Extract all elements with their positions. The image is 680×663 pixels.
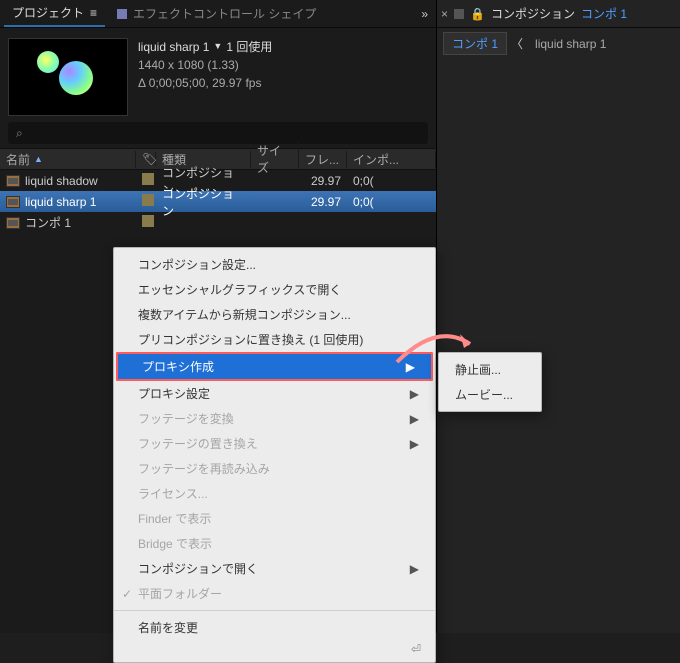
item-info-text: liquid sharp 1 ▼ 1 回使用 1440 x 1080 (1.33… [138,38,272,116]
row-name-label: liquid shadow [25,174,98,188]
column-import[interactable]: インポ... [347,151,436,168]
sort-asc-icon: ▲ [34,154,43,164]
search-icon: ⌕ [16,126,23,141]
dropdown-icon[interactable]: ▼ [213,40,222,54]
menu-convert-footage: フッテージを変換▶ [114,406,435,431]
row-fps-label: 29.97 [299,195,347,209]
menu-return-icon: ⏎ [114,640,435,658]
tag-swatch-icon[interactable] [142,194,154,206]
lock-icon[interactable]: 🔒 [470,7,485,21]
menu-open-eg[interactable]: エッセンシャルグラフィックスで開く [114,277,435,302]
tab-project-label: プロジェクト [12,4,84,21]
right-tabs: × 🔒 コンポジション コンポ 1 [437,0,680,28]
left-panel-tabs: プロジェクト ≡ エフェクトコントロール シェイプ » [0,0,436,28]
item-dimensions: 1440 x 1080 (1.33) [138,56,272,74]
search-input[interactable]: ⌕ [8,122,428,144]
tab-composition-name[interactable]: コンポ 1 [581,5,627,22]
crumb-item[interactable]: liquid sharp 1 [527,35,614,53]
submenu-create-proxy: 静止画... ムービー... [438,352,542,412]
tab-effect-controls[interactable]: エフェクトコントロール シェイプ [109,1,324,26]
tag-swatch-icon[interactable] [142,173,154,185]
submenu-arrow-icon: ▶ [406,360,415,374]
menu-separator [114,610,435,611]
item-usage: 1 回使用 [226,38,272,56]
layer-color-icon [454,9,464,19]
menu-reveal-finder: Finder で表示 [114,506,435,531]
menu-replace-footage: フッテージの置き換え▶ [114,431,435,456]
submenu-movie[interactable]: ムービー... [439,382,541,407]
item-name: liquid sharp 1 [138,38,209,56]
tab-composition-label[interactable]: コンポジション [491,5,575,22]
item-thumbnail[interactable] [8,38,128,116]
search-row: ⌕ [0,122,436,148]
row-name-label: liquid sharp 1 [25,195,96,209]
flowchart-breadcrumb: コンポ 1 〈 liquid sharp 1 [437,28,680,59]
column-name[interactable]: 名前 ▲ [0,151,136,168]
column-tag[interactable]: 🏷 [136,152,156,166]
submenu-arrow-icon: ▶ [410,387,419,401]
tag-swatch-icon[interactable] [142,215,154,227]
menu-new-from-multi[interactable]: 複数アイテムから新規コンポジション... [114,302,435,327]
menu-open-in-comp[interactable]: コンポジションで開く▶ [114,556,435,581]
tabs-overflow-icon[interactable]: » [421,7,432,21]
project-item-row[interactable]: コンポ 1 [0,212,436,233]
comp-icon [6,196,20,208]
thumb-shape-icon [37,51,59,73]
submenu-arrow-icon: ▶ [410,562,419,576]
submenu-still[interactable]: 静止画... [439,357,541,382]
tab-project[interactable]: プロジェクト ≡ [4,0,105,27]
chevron-left-icon: 〈 [511,35,523,52]
layer-color-icon [117,9,127,19]
menu-reveal-bridge: Bridge で表示 [114,531,435,556]
row-name-label: コンポ 1 [25,214,71,231]
menu-reload-footage: フッテージを再読み込み [114,456,435,481]
menu-replace-precomp[interactable]: プリコンポジションに置き換え (1 回使用) [114,327,435,352]
menu-rename[interactable]: 名前を変更 [114,615,435,640]
item-info-row: liquid sharp 1 ▼ 1 回使用 1440 x 1080 (1.33… [0,28,436,122]
column-fps[interactable]: フレ... [299,151,347,168]
composition-panel: × 🔒 コンポジション コンポ 1 コンポ 1 〈 liquid sharp 1 [437,0,680,633]
comp-icon [6,217,20,229]
submenu-arrow-icon: ▶ [410,412,419,426]
project-item-row[interactable]: liquid sharp 1 コンポジション 29.97 0;0( [0,191,436,212]
panel-menu-icon[interactable]: ≡ [90,6,97,20]
submenu-arrow-icon: ▶ [410,437,419,451]
row-fps-label: 29.97 [299,174,347,188]
row-extra-label: 0;0( [347,195,436,209]
context-menu: コンポジション設定... エッセンシャルグラフィックスで開く 複数アイテムから新… [113,247,436,663]
column-name-label: 名前 [6,151,30,168]
menu-comp-settings[interactable]: コンポジション設定... [114,252,435,277]
row-extra-label: 0;0( [347,174,436,188]
menu-license: ライセンス... [114,481,435,506]
comp-icon [6,175,20,187]
menu-solid-folder: 平面フォルダー [114,581,435,606]
tab-effect-label: エフェクトコントロール シェイプ [133,5,316,22]
thumb-shape-icon [59,61,93,95]
tag-icon: 🏷 [142,152,157,166]
menu-set-proxy[interactable]: プロキシ設定▶ [114,381,435,406]
item-timecode: Δ 0;00;05;00, 29.97 fps [138,74,272,92]
crumb-current[interactable]: コンポ 1 [443,32,507,55]
close-tab-icon[interactable]: × [441,7,448,21]
menu-create-proxy[interactable]: プロキシ作成▶ [116,352,433,381]
